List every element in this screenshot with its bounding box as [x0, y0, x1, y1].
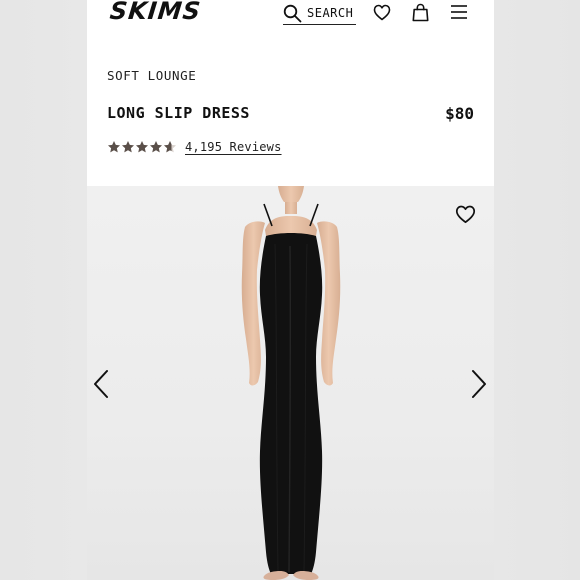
- product-collection: SOFT LOUNGE: [107, 68, 197, 83]
- half-star-icon: [163, 140, 177, 154]
- brand-logo[interactable]: SKIMS: [109, 0, 203, 25]
- star-icon: [135, 140, 149, 154]
- shopping-bag-icon[interactable]: [411, 3, 430, 22]
- reviews-link[interactable]: 4,195 Reviews: [185, 140, 282, 154]
- star-icon: [107, 140, 121, 154]
- hamburger-menu-icon[interactable]: [450, 4, 468, 20]
- chevron-left-icon[interactable]: [92, 369, 112, 399]
- star-icon: [149, 140, 163, 154]
- product-rating: 4,195 Reviews: [107, 140, 282, 154]
- rating-stars: [107, 140, 177, 154]
- search-button[interactable]: SEARCH: [283, 2, 356, 25]
- site-header: SKIMS SEARCH: [87, 0, 494, 40]
- star-icon: [121, 140, 135, 154]
- heart-icon[interactable]: [373, 4, 391, 21]
- product-title: LONG SLIP DRESS: [107, 104, 250, 122]
- search-label: SEARCH: [307, 6, 354, 20]
- product-image: [241, 186, 341, 580]
- search-icon: [283, 4, 302, 23]
- heart-icon[interactable]: [455, 205, 476, 224]
- product-page: SKIMS SEARCH SOFT LOUNGE LONG SLIP DRESS…: [87, 0, 494, 580]
- page-background: SKIMS SEARCH SOFT LOUNGE LONG SLIP DRESS…: [0, 0, 580, 580]
- chevron-right-icon[interactable]: [468, 369, 488, 399]
- product-image-gallery[interactable]: [87, 186, 494, 580]
- product-price: $80: [445, 104, 474, 123]
